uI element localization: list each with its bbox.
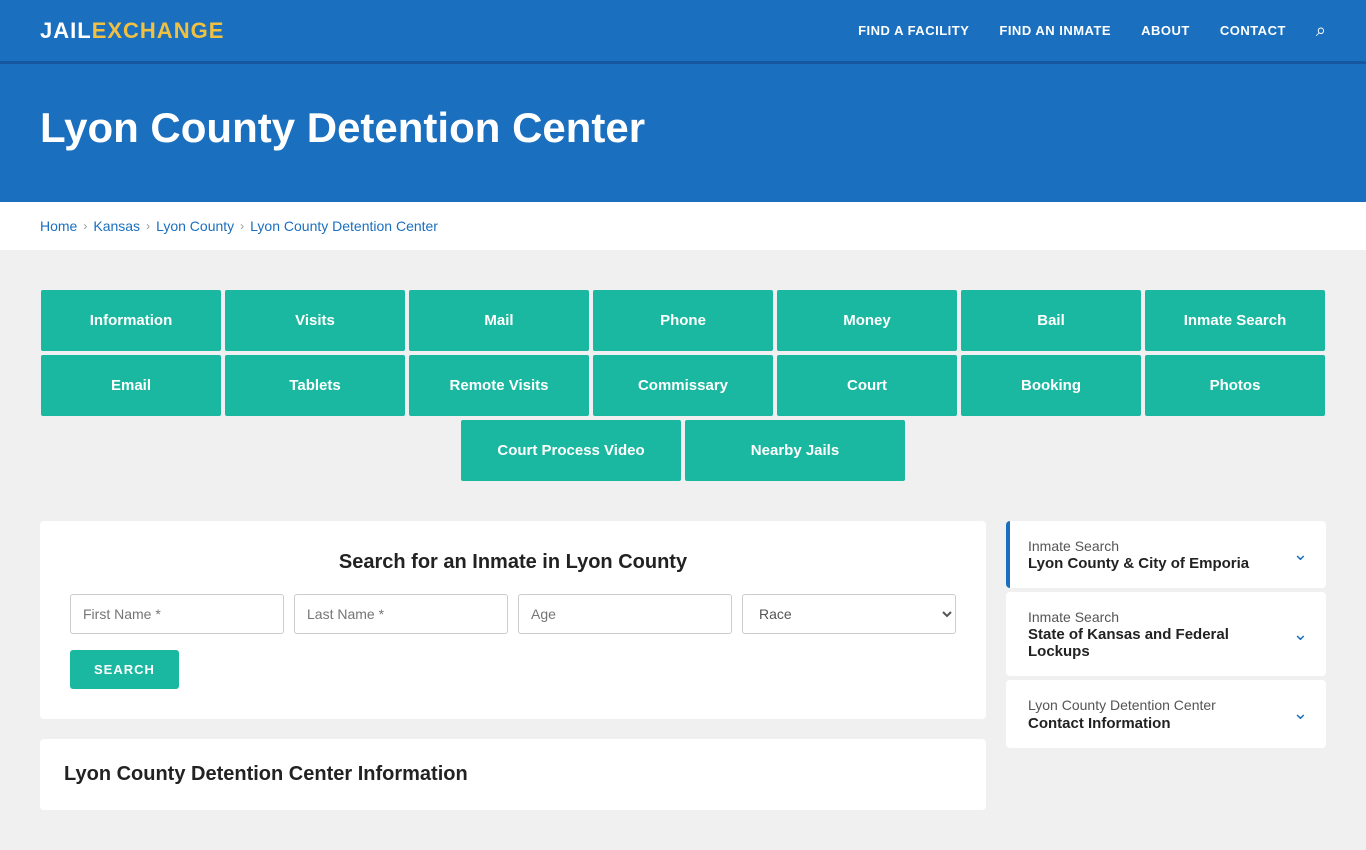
logo-jail-text: JAIL — [40, 18, 92, 44]
nav-about[interactable]: ABOUT — [1141, 23, 1190, 38]
sidebar-card-contact: Lyon County Detention Center Contact Inf… — [1006, 680, 1326, 747]
buttons-row-1: Information Visits Mail Phone Money Bail… — [40, 290, 1326, 351]
chevron-down-icon-2: ⌄ — [1293, 624, 1308, 645]
nav-find-inmate[interactable]: FIND AN INMATE — [999, 23, 1111, 38]
btn-commissary[interactable]: Commissary — [593, 355, 773, 416]
sidebar-card-header-local[interactable]: Inmate Search Lyon County & City of Empo… — [1006, 521, 1326, 588]
inmate-search-card: Search for an Inmate in Lyon County Race… — [40, 521, 986, 719]
sidebar-card-text-contact: Lyon County Detention Center Contact Inf… — [1028, 696, 1216, 731]
sidebar-card-inmate-local: Inmate Search Lyon County & City of Empo… — [1006, 521, 1326, 588]
btn-court-process-video[interactable]: Court Process Video — [461, 420, 681, 481]
breadcrumb-sep-3: › — [240, 219, 244, 233]
breadcrumb-current: Lyon County Detention Center — [250, 218, 438, 234]
buttons-row-2: Email Tablets Remote Visits Commissary C… — [40, 355, 1326, 416]
content-layout: Search for an Inmate in Lyon County Race… — [40, 521, 1326, 810]
category-buttons: Information Visits Mail Phone Money Bail… — [40, 270, 1326, 501]
buttons-row-3: Court Process Video Nearby Jails — [453, 420, 913, 481]
breadcrumb-sep-1: › — [83, 219, 87, 233]
btn-email[interactable]: Email — [41, 355, 221, 416]
main-content: Information Visits Mail Phone Money Bail… — [0, 250, 1366, 850]
btn-remote-visits[interactable]: Remote Visits — [409, 355, 589, 416]
btn-mail[interactable]: Mail — [409, 290, 589, 351]
btn-booking[interactable]: Booking — [961, 355, 1141, 416]
sidebar-card-text-local: Inmate Search Lyon County & City of Empo… — [1028, 537, 1249, 572]
search-title: Search for an Inmate in Lyon County — [70, 551, 956, 574]
sidebar-card-inmate-state: Inmate Search State of Kansas and Federa… — [1006, 592, 1326, 676]
btn-photos[interactable]: Photos — [1145, 355, 1325, 416]
content-main: Search for an Inmate in Lyon County Race… — [40, 521, 986, 810]
age-input[interactable] — [518, 594, 732, 634]
sidebar-card-subtitle-state: State of Kansas and Federal Lockups — [1028, 626, 1293, 660]
btn-phone[interactable]: Phone — [593, 290, 773, 351]
breadcrumb-home[interactable]: Home — [40, 218, 77, 234]
search-fields: Race White Black Hispanic Asian Other — [70, 594, 956, 634]
sidebar-card-header-state[interactable]: Inmate Search State of Kansas and Federa… — [1006, 592, 1326, 676]
site-logo[interactable]: JAILEXCHANGE — [40, 18, 224, 44]
btn-inmate-search[interactable]: Inmate Search — [1145, 290, 1325, 351]
btn-information[interactable]: Information — [41, 290, 221, 351]
sidebar-card-subtitle-local: Lyon County & City of Emporia — [1028, 555, 1249, 572]
chevron-down-icon: ⌄ — [1293, 544, 1308, 565]
last-name-input[interactable] — [294, 594, 508, 634]
logo-exchange-text: EXCHANGE — [92, 18, 225, 44]
info-section: Lyon County Detention Center Information — [40, 739, 986, 810]
nav-find-facility[interactable]: FIND A FACILITY — [858, 23, 969, 38]
nav-contact[interactable]: CONTACT — [1220, 23, 1286, 38]
sidebar: Inmate Search Lyon County & City of Empo… — [1006, 521, 1326, 810]
btn-nearby-jails[interactable]: Nearby Jails — [685, 420, 905, 481]
btn-court[interactable]: Court — [777, 355, 957, 416]
btn-visits[interactable]: Visits — [225, 290, 405, 351]
page-title: Lyon County Detention Center — [40, 104, 1326, 152]
btn-tablets[interactable]: Tablets — [225, 355, 405, 416]
sidebar-card-header-contact[interactable]: Lyon County Detention Center Contact Inf… — [1006, 680, 1326, 747]
btn-bail[interactable]: Bail — [961, 290, 1141, 351]
sidebar-card-text-state: Inmate Search State of Kansas and Federa… — [1028, 608, 1293, 660]
sidebar-card-title-contact: Lyon County Detention Center — [1028, 696, 1216, 714]
hero-section: Lyon County Detention Center — [0, 64, 1366, 202]
search-icon[interactable]: ⌕ — [1316, 20, 1326, 41]
breadcrumb: Home › Kansas › Lyon County › Lyon Count… — [40, 202, 1326, 250]
chevron-down-icon-3: ⌄ — [1293, 703, 1308, 724]
sidebar-card-subtitle-contact: Contact Information — [1028, 715, 1216, 732]
breadcrumb-bar: Home › Kansas › Lyon County › Lyon Count… — [0, 202, 1366, 250]
race-select[interactable]: Race White Black Hispanic Asian Other — [742, 594, 956, 634]
site-header: JAILEXCHANGE FIND A FACILITY FIND AN INM… — [0, 0, 1366, 64]
first-name-input[interactable] — [70, 594, 284, 634]
main-nav: FIND A FACILITY FIND AN INMATE ABOUT CON… — [858, 20, 1326, 41]
breadcrumb-kansas[interactable]: Kansas — [93, 218, 140, 234]
sidebar-card-title-state: Inmate Search — [1028, 608, 1293, 626]
search-button[interactable]: SEARCH — [70, 650, 179, 689]
info-title: Lyon County Detention Center Information — [64, 763, 962, 786]
sidebar-card-title-local: Inmate Search — [1028, 537, 1249, 555]
breadcrumb-sep-2: › — [146, 219, 150, 233]
btn-money[interactable]: Money — [777, 290, 957, 351]
breadcrumb-lyon-county[interactable]: Lyon County — [156, 218, 234, 234]
